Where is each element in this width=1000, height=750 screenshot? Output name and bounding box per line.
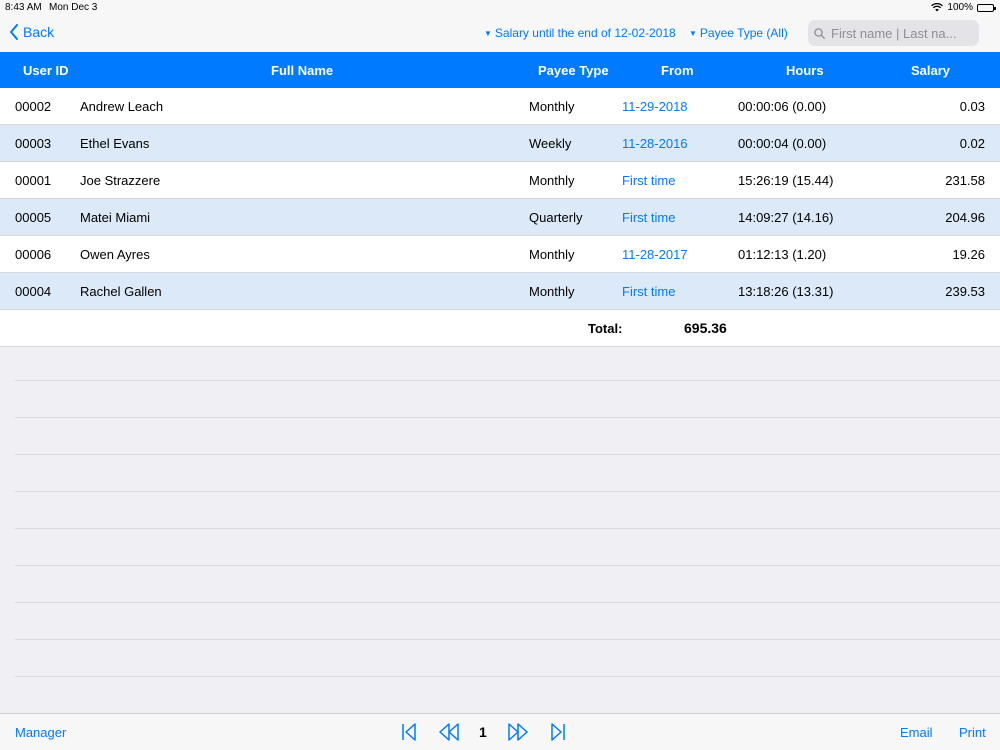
print-button[interactable]: Print xyxy=(959,725,986,740)
salary-date-filter[interactable]: ▼ Salary until the end of 12-02-2018 xyxy=(484,26,676,40)
payee-filter-label: Payee Type (All) xyxy=(699,26,788,40)
empty-line xyxy=(15,381,1000,418)
cell-user-id: 00003 xyxy=(15,136,52,151)
cell-hours: 00:00:06 (0.00) xyxy=(738,99,827,114)
column-header-payee-type[interactable]: Payee Type xyxy=(538,63,609,78)
cell-user-id: 00004 xyxy=(15,284,52,299)
cell-full-name: Rachel Gallen xyxy=(80,284,162,299)
total-value: 695.36 xyxy=(684,320,727,336)
cell-payee-type: Monthly xyxy=(529,173,575,188)
cell-hours: 01:12:13 (1.20) xyxy=(738,247,827,262)
column-header-full-name[interactable]: Full Name xyxy=(271,63,333,78)
cell-salary: 0.02 xyxy=(959,136,985,151)
empty-line xyxy=(15,566,1000,603)
cell-salary: 239.53 xyxy=(945,284,985,299)
cell-payee-type: Quarterly xyxy=(529,210,583,225)
empty-line xyxy=(15,603,1000,640)
search-input[interactable] xyxy=(829,24,973,42)
empty-line xyxy=(15,455,1000,492)
column-header-hours[interactable]: Hours xyxy=(786,63,824,78)
table-row[interactable]: 00005 Matei Miami Quarterly First time 1… xyxy=(0,199,1000,236)
cell-hours: 00:00:04 (0.00) xyxy=(738,136,827,151)
wifi-icon xyxy=(931,3,944,12)
navbar: Back ▼ Salary until the end of 12-02-201… xyxy=(0,16,1000,52)
cell-salary: 231.58 xyxy=(945,173,985,188)
cell-user-id: 00005 xyxy=(15,210,52,225)
battery-percent: 100% xyxy=(947,2,973,13)
cell-payee-type: Monthly xyxy=(529,247,575,262)
cell-full-name: Joe Strazzere xyxy=(80,173,161,188)
chevron-left-icon xyxy=(10,24,18,40)
previous-page-icon[interactable] xyxy=(438,723,460,741)
cell-user-id: 00002 xyxy=(15,99,52,114)
empty-line xyxy=(15,529,1000,566)
table-header: User ID Full Name Payee Type From Hours … xyxy=(0,52,1000,88)
cell-payee-type: Monthly xyxy=(529,99,575,114)
page-number: 1 xyxy=(479,724,487,740)
cell-user-id: 00006 xyxy=(15,247,52,262)
cell-salary: 204.96 xyxy=(945,210,985,225)
status-date: Mon Dec 3 xyxy=(49,2,98,13)
column-header-salary[interactable]: Salary xyxy=(911,63,950,78)
triangle-down-icon: ▼ xyxy=(689,28,697,38)
cell-salary: 0.03 xyxy=(959,99,985,114)
status-time: 8:43 AM xyxy=(5,2,42,13)
table-row[interactable]: 00006 Owen Ayres Monthly 11-28-2017 01:1… xyxy=(0,236,1000,273)
cell-full-name: Matei Miami xyxy=(80,210,151,225)
cell-full-name: Owen Ayres xyxy=(80,247,150,262)
cell-salary: 19.26 xyxy=(952,247,985,262)
column-header-from[interactable]: From xyxy=(661,63,694,78)
battery-icon xyxy=(977,3,996,12)
total-label: Total: xyxy=(588,321,623,336)
empty-line xyxy=(15,418,1000,455)
manager-button[interactable]: Manager xyxy=(15,725,66,740)
table-body: 00002 Andrew Leach Monthly 11-29-2018 00… xyxy=(0,88,1000,347)
next-page-icon[interactable] xyxy=(507,723,529,741)
cell-hours: 14:09:27 (14.16) xyxy=(738,210,834,225)
last-page-icon[interactable] xyxy=(550,723,566,741)
triangle-down-icon: ▼ xyxy=(484,28,492,38)
payee-type-filter[interactable]: ▼ Payee Type (All) xyxy=(689,26,788,40)
table-row[interactable]: 00002 Andrew Leach Monthly 11-29-2018 00… xyxy=(0,88,1000,125)
total-row: Total: 695.36 xyxy=(0,310,1000,347)
email-button[interactable]: Email xyxy=(900,725,933,740)
cell-from-link[interactable]: First time xyxy=(622,210,675,225)
cell-hours: 13:18:26 (13.31) xyxy=(738,284,834,299)
empty-line xyxy=(15,640,1000,677)
table-row[interactable]: 00001 Joe Strazzere Monthly First time 1… xyxy=(0,162,1000,199)
cell-full-name: Andrew Leach xyxy=(80,99,164,114)
search-field[interactable] xyxy=(808,20,979,46)
empty-line xyxy=(15,344,1000,381)
empty-table-area xyxy=(15,344,1000,677)
back-button[interactable]: Back xyxy=(9,24,54,40)
status-right: 100% xyxy=(931,2,996,13)
first-page-icon[interactable] xyxy=(401,723,417,741)
cell-user-id: 00001 xyxy=(15,173,52,188)
table-row[interactable]: 00004 Rachel Gallen Monthly First time 1… xyxy=(0,273,1000,310)
cell-from-link[interactable]: 11-29-2018 xyxy=(622,99,688,114)
cell-from-link[interactable]: 11-28-2017 xyxy=(622,247,688,262)
cell-hours: 15:26:19 (15.44) xyxy=(738,173,834,188)
salary-filter-label: Salary until the end of 12-02-2018 xyxy=(494,26,676,40)
cell-full-name: Ethel Evans xyxy=(80,136,150,151)
cell-from-link[interactable]: First time xyxy=(622,173,675,188)
bottom-toolbar: Manager 1 Email Print xyxy=(0,713,1000,750)
table-row[interactable]: 00003 Ethel Evans Weekly 11-28-2016 00:0… xyxy=(0,125,1000,162)
column-header-user-id[interactable]: User ID xyxy=(23,63,69,78)
empty-line xyxy=(15,492,1000,529)
back-label: Back xyxy=(23,24,55,40)
cell-payee-type: Monthly xyxy=(529,284,575,299)
cell-from-link[interactable]: First time xyxy=(622,284,675,299)
status-bar: 8:43 AM Mon Dec 3 100% xyxy=(0,0,1000,16)
search-icon xyxy=(814,27,825,39)
cell-from-link[interactable]: 11-28-2016 xyxy=(622,136,688,151)
cell-payee-type: Weekly xyxy=(529,136,572,151)
